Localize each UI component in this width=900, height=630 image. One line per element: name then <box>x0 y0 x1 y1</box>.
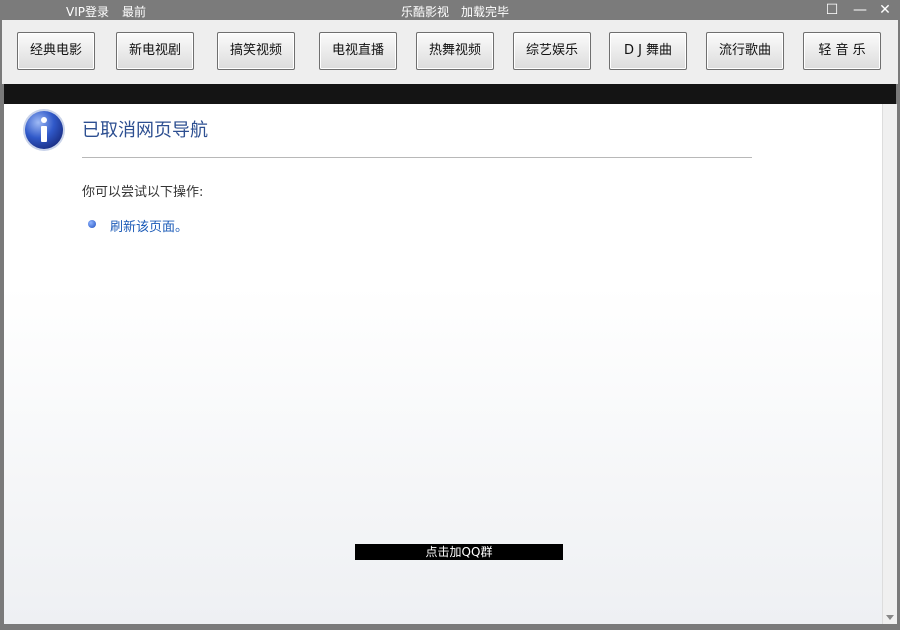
category-toolbar: 经典电影 新电视剧 搞笑视频 电视直播 热舞视频 综艺娱乐 D J 舞曲 流行歌… <box>2 20 898 84</box>
divider <box>82 157 752 158</box>
join-qq-group-button[interactable]: 点击加QQ群 <box>355 544 563 560</box>
refresh-page-link[interactable]: 刷新该页面。 <box>110 216 188 235</box>
title-bar: VIP登录 最前 乐酷影视 加载完毕 ☐ — ✕ <box>0 0 900 20</box>
suggestion-text: 你可以尝试以下操作: <box>82 185 204 200</box>
minimize-button[interactable]: — <box>849 1 871 19</box>
nav-button-classic-movies[interactable]: 经典电影 <box>17 32 95 70</box>
nav-button-light-music[interactable]: 轻 音 乐 <box>803 32 881 70</box>
nav-button-new-tv-series[interactable]: 新电视剧 <box>116 32 194 70</box>
page-title: 已取消网页导航 <box>82 120 208 141</box>
nav-button-dj-music[interactable]: D J 舞曲 <box>609 32 687 70</box>
info-icon <box>23 109 65 151</box>
load-status: 加载完毕 <box>461 5 510 19</box>
bullet-icon <box>88 220 96 228</box>
window-bottom-border <box>0 624 900 630</box>
nav-button-dance-videos[interactable]: 热舞视频 <box>416 32 494 70</box>
vip-login-link[interactable]: VIP登录 <box>66 3 109 20</box>
browser-content: 已取消网页导航 你可以尝试以下操作: 刷新该页面。 点击加QQ群 <box>4 104 882 624</box>
black-banner <box>4 84 896 104</box>
maximize-button[interactable]: ☐ <box>821 1 843 19</box>
scroll-down-arrow-icon[interactable] <box>886 615 894 620</box>
nav-button-funny-videos[interactable]: 搞笑视频 <box>217 32 295 70</box>
nav-button-variety-shows[interactable]: 综艺娱乐 <box>513 32 591 70</box>
vertical-scrollbar[interactable] <box>882 104 897 624</box>
app-title: 乐酷影视 <box>401 5 450 19</box>
close-button[interactable]: ✕ <box>874 1 896 19</box>
nav-button-pop-songs[interactable]: 流行歌曲 <box>706 32 784 70</box>
topmost-toggle[interactable]: 最前 <box>122 3 146 20</box>
nav-button-live-tv[interactable]: 电视直播 <box>319 32 397 70</box>
